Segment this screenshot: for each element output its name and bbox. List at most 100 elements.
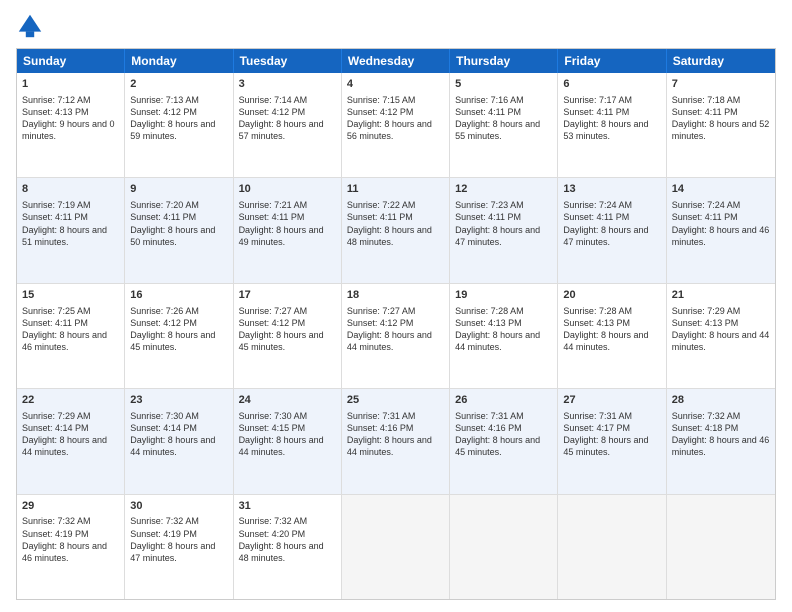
cell-info: Sunrise: 7:30 AM Sunset: 4:14 PM Dayligh…: [130, 411, 215, 457]
calendar-cell: 1Sunrise: 7:12 AM Sunset: 4:13 PM Daylig…: [17, 73, 125, 177]
calendar-cell: 25 Sunrise: 7:31 AM Sunset: 4:16 PM Dayli…: [342, 389, 450, 493]
cell-info: Sunrise: 7:31 AM Sunset: 4:16 PM Dayligh…: [455, 411, 540, 457]
day-number: 11: [347, 182, 444, 197]
header-day: Saturday: [667, 49, 775, 73]
calendar-cell: 18 Sunrise: 7:27 AM Sunset: 4:12 PM Dayli…: [342, 284, 450, 388]
calendar-cell: 3 Sunrise: 7:14 AM Sunset: 4:12 PM Daylig…: [234, 73, 342, 177]
day-number: 13: [563, 182, 660, 197]
calendar-cell: 31 Sunrise: 7:32 AM Sunset: 4:20 PM Dayli…: [234, 495, 342, 599]
day-number: 28: [672, 393, 770, 408]
day-number: 30: [130, 499, 227, 514]
day-number: 17: [239, 288, 336, 303]
day-number: 4: [347, 77, 444, 92]
cell-info: Sunrise: 7:29 AM Sunset: 4:14 PM Dayligh…: [22, 411, 107, 457]
day-number: 29: [22, 499, 119, 514]
calendar-cell: 2 Sunrise: 7:13 AM Sunset: 4:12 PM Daylig…: [125, 73, 233, 177]
calendar-row: 1Sunrise: 7:12 AM Sunset: 4:13 PM Daylig…: [17, 73, 775, 177]
cell-info: Sunrise: 7:32 AM Sunset: 4:20 PM Dayligh…: [239, 516, 324, 562]
calendar-cell: [342, 495, 450, 599]
cell-info: Sunrise: 7:15 AM Sunset: 4:12 PM Dayligh…: [347, 95, 432, 141]
header: [16, 12, 776, 40]
day-number: 15: [22, 288, 119, 303]
cell-info: Sunrise: 7:28 AM Sunset: 4:13 PM Dayligh…: [563, 306, 648, 352]
day-number: 6: [563, 77, 660, 92]
cell-info: Sunrise: 7:32 AM Sunset: 4:19 PM Dayligh…: [130, 516, 215, 562]
day-number: 22: [22, 393, 119, 408]
calendar-cell: 12 Sunrise: 7:23 AM Sunset: 4:11 PM Dayli…: [450, 178, 558, 282]
header-day: Monday: [125, 49, 233, 73]
cell-info: Sunrise: 7:24 AM Sunset: 4:11 PM Dayligh…: [563, 200, 648, 246]
calendar-cell: 7 Sunrise: 7:18 AM Sunset: 4:11 PM Daylig…: [667, 73, 775, 177]
day-number: 3: [239, 77, 336, 92]
day-number: 19: [455, 288, 552, 303]
calendar-cell: [667, 495, 775, 599]
calendar-cell: 15Sunrise: 7:25 AM Sunset: 4:11 PM Dayli…: [17, 284, 125, 388]
calendar-cell: 9Sunrise: 7:20 AM Sunset: 4:11 PM Daylig…: [125, 178, 233, 282]
cell-info: Sunrise: 7:14 AM Sunset: 4:12 PM Dayligh…: [239, 95, 324, 141]
day-number: 20: [563, 288, 660, 303]
page: SundayMondayTuesdayWednesdayThursdayFrid…: [0, 0, 792, 612]
cell-info: Sunrise: 7:22 AM Sunset: 4:11 PM Dayligh…: [347, 200, 432, 246]
cell-info: Sunrise: 7:31 AM Sunset: 4:17 PM Dayligh…: [563, 411, 648, 457]
day-number: 26: [455, 393, 552, 408]
header-day: Thursday: [450, 49, 558, 73]
cell-info: Sunrise: 7:18 AM Sunset: 4:11 PM Dayligh…: [672, 95, 770, 141]
cell-info: Sunrise: 7:24 AM Sunset: 4:11 PM Dayligh…: [672, 200, 770, 246]
day-number: 10: [239, 182, 336, 197]
calendar: SundayMondayTuesdayWednesdayThursdayFrid…: [16, 48, 776, 600]
calendar-row: 8 Sunrise: 7:19 AM Sunset: 4:11 PM Daylig…: [17, 177, 775, 282]
day-number: 7: [672, 77, 770, 92]
cell-info: Sunrise: 7:30 AM Sunset: 4:15 PM Dayligh…: [239, 411, 324, 457]
logo: [16, 12, 48, 40]
calendar-cell: 30 Sunrise: 7:32 AM Sunset: 4:19 PM Dayli…: [125, 495, 233, 599]
calendar-cell: [450, 495, 558, 599]
calendar-cell: 19 Sunrise: 7:28 AM Sunset: 4:13 PM Dayli…: [450, 284, 558, 388]
calendar-cell: 23Sunrise: 7:30 AM Sunset: 4:14 PM Dayli…: [125, 389, 233, 493]
calendar-cell: 27 Sunrise: 7:31 AM Sunset: 4:17 PM Dayli…: [558, 389, 666, 493]
calendar-cell: [558, 495, 666, 599]
cell-info: Sunrise: 7:27 AM Sunset: 4:12 PM Dayligh…: [239, 306, 324, 352]
calendar-row: 22 Sunrise: 7:29 AM Sunset: 4:14 PM Dayli…: [17, 388, 775, 493]
calendar-cell: 21Sunrise: 7:29 AM Sunset: 4:13 PM Dayli…: [667, 284, 775, 388]
header-day: Tuesday: [234, 49, 342, 73]
day-number: 25: [347, 393, 444, 408]
cell-info: Sunrise: 7:27 AM Sunset: 4:12 PM Dayligh…: [347, 306, 432, 352]
day-number: 24: [239, 393, 336, 408]
calendar-cell: 22 Sunrise: 7:29 AM Sunset: 4:14 PM Dayli…: [17, 389, 125, 493]
logo-icon: [16, 12, 44, 40]
day-number: 31: [239, 499, 336, 514]
calendar-cell: 11 Sunrise: 7:22 AM Sunset: 4:11 PM Dayli…: [342, 178, 450, 282]
calendar-row: 15Sunrise: 7:25 AM Sunset: 4:11 PM Dayli…: [17, 283, 775, 388]
cell-info: Sunrise: 7:32 AM Sunset: 4:19 PM Dayligh…: [22, 516, 107, 562]
calendar-cell: 28Sunrise: 7:32 AM Sunset: 4:18 PM Dayli…: [667, 389, 775, 493]
cell-info: Sunrise: 7:19 AM Sunset: 4:11 PM Dayligh…: [22, 200, 107, 246]
calendar-cell: 17 Sunrise: 7:27 AM Sunset: 4:12 PM Dayli…: [234, 284, 342, 388]
cell-info: Sunrise: 7:20 AM Sunset: 4:11 PM Dayligh…: [130, 200, 215, 246]
header-day: Friday: [558, 49, 666, 73]
calendar-body: 1Sunrise: 7:12 AM Sunset: 4:13 PM Daylig…: [17, 73, 775, 599]
calendar-cell: 10Sunrise: 7:21 AM Sunset: 4:11 PM Dayli…: [234, 178, 342, 282]
day-number: 21: [672, 288, 770, 303]
cell-info: Sunrise: 7:23 AM Sunset: 4:11 PM Dayligh…: [455, 200, 540, 246]
calendar-cell: 16Sunrise: 7:26 AM Sunset: 4:12 PM Dayli…: [125, 284, 233, 388]
calendar-cell: 26 Sunrise: 7:31 AM Sunset: 4:16 PM Dayli…: [450, 389, 558, 493]
cell-info: Sunrise: 7:16 AM Sunset: 4:11 PM Dayligh…: [455, 95, 540, 141]
day-number: 18: [347, 288, 444, 303]
cell-info: Sunrise: 7:17 AM Sunset: 4:11 PM Dayligh…: [563, 95, 648, 141]
calendar-cell: 24 Sunrise: 7:30 AM Sunset: 4:15 PM Dayli…: [234, 389, 342, 493]
cell-info: Sunrise: 7:31 AM Sunset: 4:16 PM Dayligh…: [347, 411, 432, 457]
calendar-row: 29 Sunrise: 7:32 AM Sunset: 4:19 PM Dayli…: [17, 494, 775, 599]
header-day: Sunday: [17, 49, 125, 73]
calendar-cell: 14Sunrise: 7:24 AM Sunset: 4:11 PM Dayli…: [667, 178, 775, 282]
day-number: 16: [130, 288, 227, 303]
calendar-cell: 6 Sunrise: 7:17 AM Sunset: 4:11 PM Daylig…: [558, 73, 666, 177]
day-number: 12: [455, 182, 552, 197]
calendar-cell: 4 Sunrise: 7:15 AM Sunset: 4:12 PM Daylig…: [342, 73, 450, 177]
cell-info: Sunrise: 7:12 AM Sunset: 4:13 PM Dayligh…: [22, 95, 115, 141]
cell-info: Sunrise: 7:13 AM Sunset: 4:12 PM Dayligh…: [130, 95, 215, 141]
calendar-header: SundayMondayTuesdayWednesdayThursdayFrid…: [17, 49, 775, 73]
day-number: 2: [130, 77, 227, 92]
day-number: 27: [563, 393, 660, 408]
day-number: 8: [22, 182, 119, 197]
cell-info: Sunrise: 7:28 AM Sunset: 4:13 PM Dayligh…: [455, 306, 540, 352]
